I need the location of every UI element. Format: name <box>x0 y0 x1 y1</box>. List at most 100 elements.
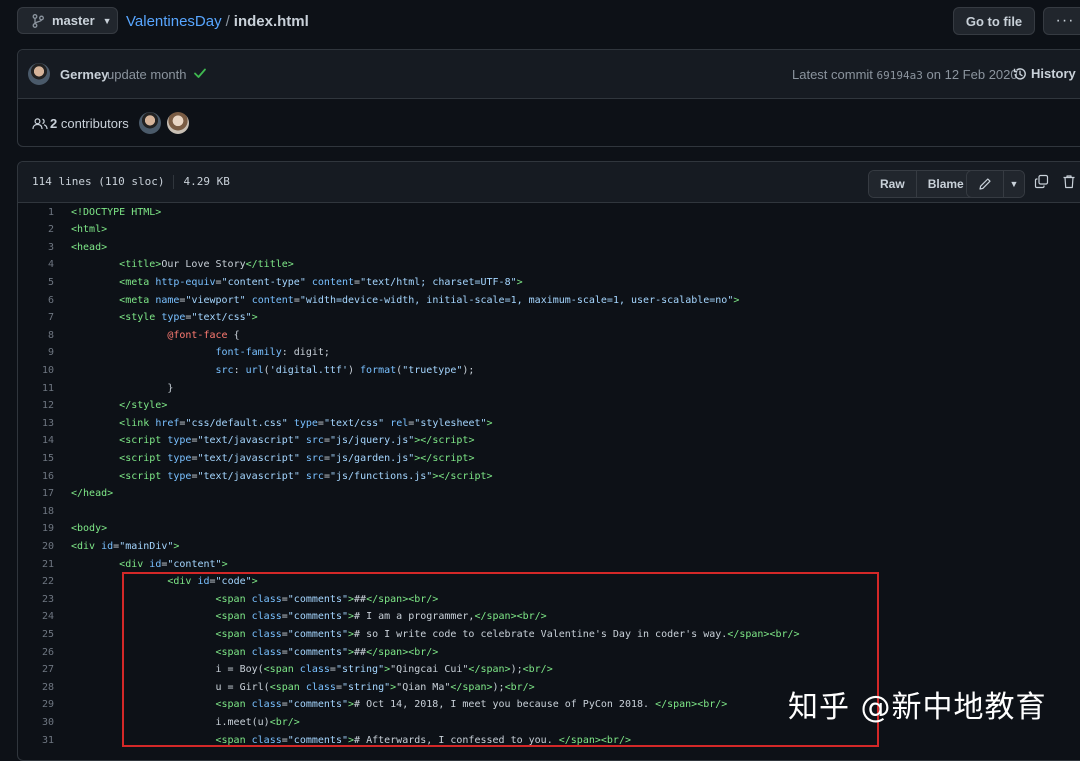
code-text: } <box>71 382 174 394</box>
code-line: 8 @font-face { <box>18 327 1080 345</box>
edit-group: ▼ <box>966 170 1025 198</box>
git-branch-icon <box>32 13 44 28</box>
history-link[interactable]: History <box>1013 66 1076 81</box>
line-number[interactable]: 7 <box>18 309 54 327</box>
line-number[interactable]: 5 <box>18 274 54 292</box>
line-number[interactable]: 20 <box>18 538 54 556</box>
caret-down-icon: ▼ <box>1009 179 1019 189</box>
line-number[interactable]: 23 <box>18 591 54 609</box>
line-number[interactable]: 29 <box>18 696 54 714</box>
line-number[interactable]: 25 <box>18 626 54 644</box>
line-number[interactable]: 3 <box>18 239 54 257</box>
code-line: 3 <head> <box>18 239 1080 257</box>
line-number[interactable]: 26 <box>18 644 54 662</box>
author-avatar[interactable] <box>28 63 50 85</box>
branch-selector-button[interactable]: master ▼ <box>17 7 118 34</box>
code-text: <html> <box>71 224 108 236</box>
code-line: 6 <meta name="viewport" content="width=d… <box>18 292 1080 310</box>
line-number[interactable]: 30 <box>18 714 54 732</box>
line-number[interactable]: 28 <box>18 679 54 697</box>
code-line: 21 <div id="content"> <box>18 556 1080 574</box>
line-number[interactable]: 21 <box>18 556 54 574</box>
code-line: 4 <title>Our Love Story</title> <box>18 256 1080 274</box>
contributors-row: 2 contributors <box>18 98 1080 148</box>
file-size: 4.29 KB <box>183 175 230 188</box>
code-line: 9 font-family: digit; <box>18 344 1080 362</box>
code-text: <title>Our Love Story</title> <box>119 259 294 271</box>
line-number[interactable]: 31 <box>18 732 54 750</box>
code-line: 7 <style type="text/css"> <box>18 309 1080 327</box>
code-text: <meta http-equiv="content-type" content=… <box>119 276 523 288</box>
commit-author-link[interactable]: Germey <box>60 67 108 82</box>
code-line: 10 src: url('digital.ttf') format("truet… <box>18 362 1080 380</box>
line-number[interactable]: 14 <box>18 432 54 450</box>
branch-name: master <box>52 13 95 28</box>
contributors-count: 2 <box>50 116 58 131</box>
more-options-button[interactable]: ··· <box>1043 7 1080 35</box>
people-icon <box>32 118 48 130</box>
contributors-link[interactable]: 2 contributors <box>50 116 129 131</box>
file-header: 114 lines (110 sloc) 4.29 KB Raw Blame ▼ <box>18 162 1080 203</box>
code-text: <script type="text/javascript" src="js/g… <box>119 452 475 464</box>
line-number[interactable]: 11 <box>18 380 54 398</box>
line-number[interactable]: 22 <box>18 573 54 591</box>
line-count: 114 lines (110 sloc) <box>32 175 165 188</box>
commit-row: Germey update month Latest commit 69194a… <box>18 50 1080 99</box>
code-text: <div id="content"> <box>119 558 228 570</box>
line-number[interactable]: 18 <box>18 503 54 521</box>
line-number[interactable]: 2 <box>18 221 54 239</box>
code-text: </style> <box>119 400 168 412</box>
code-line: 2 <html> <box>18 221 1080 239</box>
edit-button[interactable] <box>967 171 1003 197</box>
code-line: 18 <box>18 503 1080 521</box>
code-line: 12 </style> <box>18 397 1080 415</box>
line-number[interactable]: 1 <box>18 204 54 222</box>
code-line: 19 <body> <box>18 520 1080 538</box>
line-number[interactable]: 4 <box>18 256 54 274</box>
repo-link[interactable]: ValentinesDay <box>126 13 222 30</box>
code-line: 20 <div id="mainDiv"> <box>18 538 1080 556</box>
code-text: src: url('digital.ttf') format("truetype… <box>215 364 475 376</box>
code-text: <head> <box>71 241 108 253</box>
line-number[interactable]: 12 <box>18 397 54 415</box>
copy-icon[interactable] <box>1034 174 1049 189</box>
code-text: <script type="text/javascript" src="js/f… <box>119 470 493 482</box>
go-to-file-button[interactable]: Go to file <box>953 7 1035 35</box>
check-icon[interactable] <box>193 66 207 80</box>
code-line: 5 <meta http-equiv="content-type" conten… <box>18 274 1080 292</box>
edit-dropdown-button[interactable]: ▼ <box>1003 171 1024 197</box>
code-text: <body> <box>71 523 108 535</box>
code-text: <div id="mainDiv"> <box>71 540 180 552</box>
line-number[interactable]: 10 <box>18 362 54 380</box>
line-number[interactable]: 13 <box>18 415 54 433</box>
commit-message-link[interactable]: update month <box>107 67 187 82</box>
latest-commit-info: Latest commit 69194a3 on 12 Feb 2020 <box>792 67 1018 82</box>
line-number[interactable]: 19 <box>18 520 54 538</box>
contributor-avatar[interactable] <box>139 112 161 134</box>
line-number[interactable]: 9 <box>18 344 54 362</box>
line-number[interactable]: 15 <box>18 450 54 468</box>
commit-sha-link[interactable]: 69194a3 <box>877 69 923 82</box>
line-number[interactable]: 24 <box>18 608 54 626</box>
commit-date: on 12 Feb 2020 <box>926 67 1018 82</box>
pencil-icon <box>979 178 991 190</box>
line-number[interactable]: 17 <box>18 485 54 503</box>
line-number[interactable]: 8 <box>18 327 54 345</box>
code-line: 11 } <box>18 380 1080 398</box>
contributors-label: contributors <box>60 116 129 131</box>
contributor-avatar[interactable] <box>167 112 189 134</box>
latest-commit-box: Germey update month Latest commit 69194a… <box>17 49 1080 147</box>
code-text: font-family: digit; <box>215 347 330 359</box>
line-number[interactable]: 16 <box>18 468 54 486</box>
breadcrumb: ValentinesDay / index.html <box>126 13 309 30</box>
code-line: 16 <script type="text/javascript" src="j… <box>18 468 1080 486</box>
annotation-highlight-box <box>122 572 879 747</box>
history-icon <box>1013 67 1026 80</box>
raw-button[interactable]: Raw <box>869 171 916 197</box>
watermark: 知乎 @新中地教育 <box>788 690 1047 725</box>
line-number[interactable]: 6 <box>18 292 54 310</box>
line-number[interactable]: 27 <box>18 661 54 679</box>
divider <box>173 175 175 189</box>
history-label: History <box>1031 66 1076 81</box>
trash-icon[interactable] <box>1062 174 1076 189</box>
